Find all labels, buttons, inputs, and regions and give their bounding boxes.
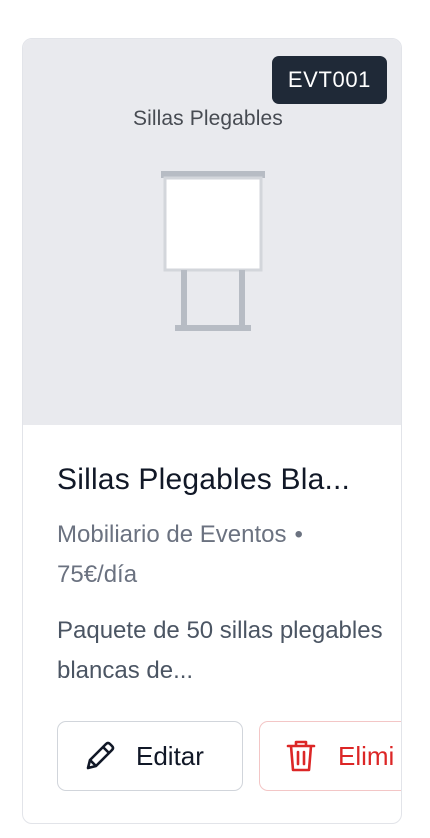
delete-button[interactable]: Elimi xyxy=(259,721,401,791)
product-card: Sillas Plegables EVT001 Sillas Plegables… xyxy=(22,38,402,824)
product-description: Paquete de 50 sillas plegables blancas d… xyxy=(57,617,383,684)
product-title: Sillas Plegables Bla... xyxy=(57,463,351,496)
edit-button-label: Editar xyxy=(136,740,204,771)
product-actions: Editar Elimi xyxy=(57,721,401,793)
delete-button-label: Elimi xyxy=(338,740,395,771)
trash-icon xyxy=(286,740,316,772)
meta-separator: • xyxy=(294,521,303,548)
chair-illustration xyxy=(161,171,265,331)
image-caption: Sillas Plegables xyxy=(133,107,283,130)
product-image: Sillas Plegables EVT001 xyxy=(23,39,401,425)
pencil-icon xyxy=(86,741,115,770)
product-price: 75€/día xyxy=(57,561,138,588)
product-category: Mobiliario de Eventos xyxy=(57,521,287,548)
product-meta: Mobiliario de Eventos • 75€/día xyxy=(57,515,387,595)
sku-badge: EVT001 xyxy=(271,56,387,104)
edit-button[interactable]: Editar xyxy=(57,721,243,791)
